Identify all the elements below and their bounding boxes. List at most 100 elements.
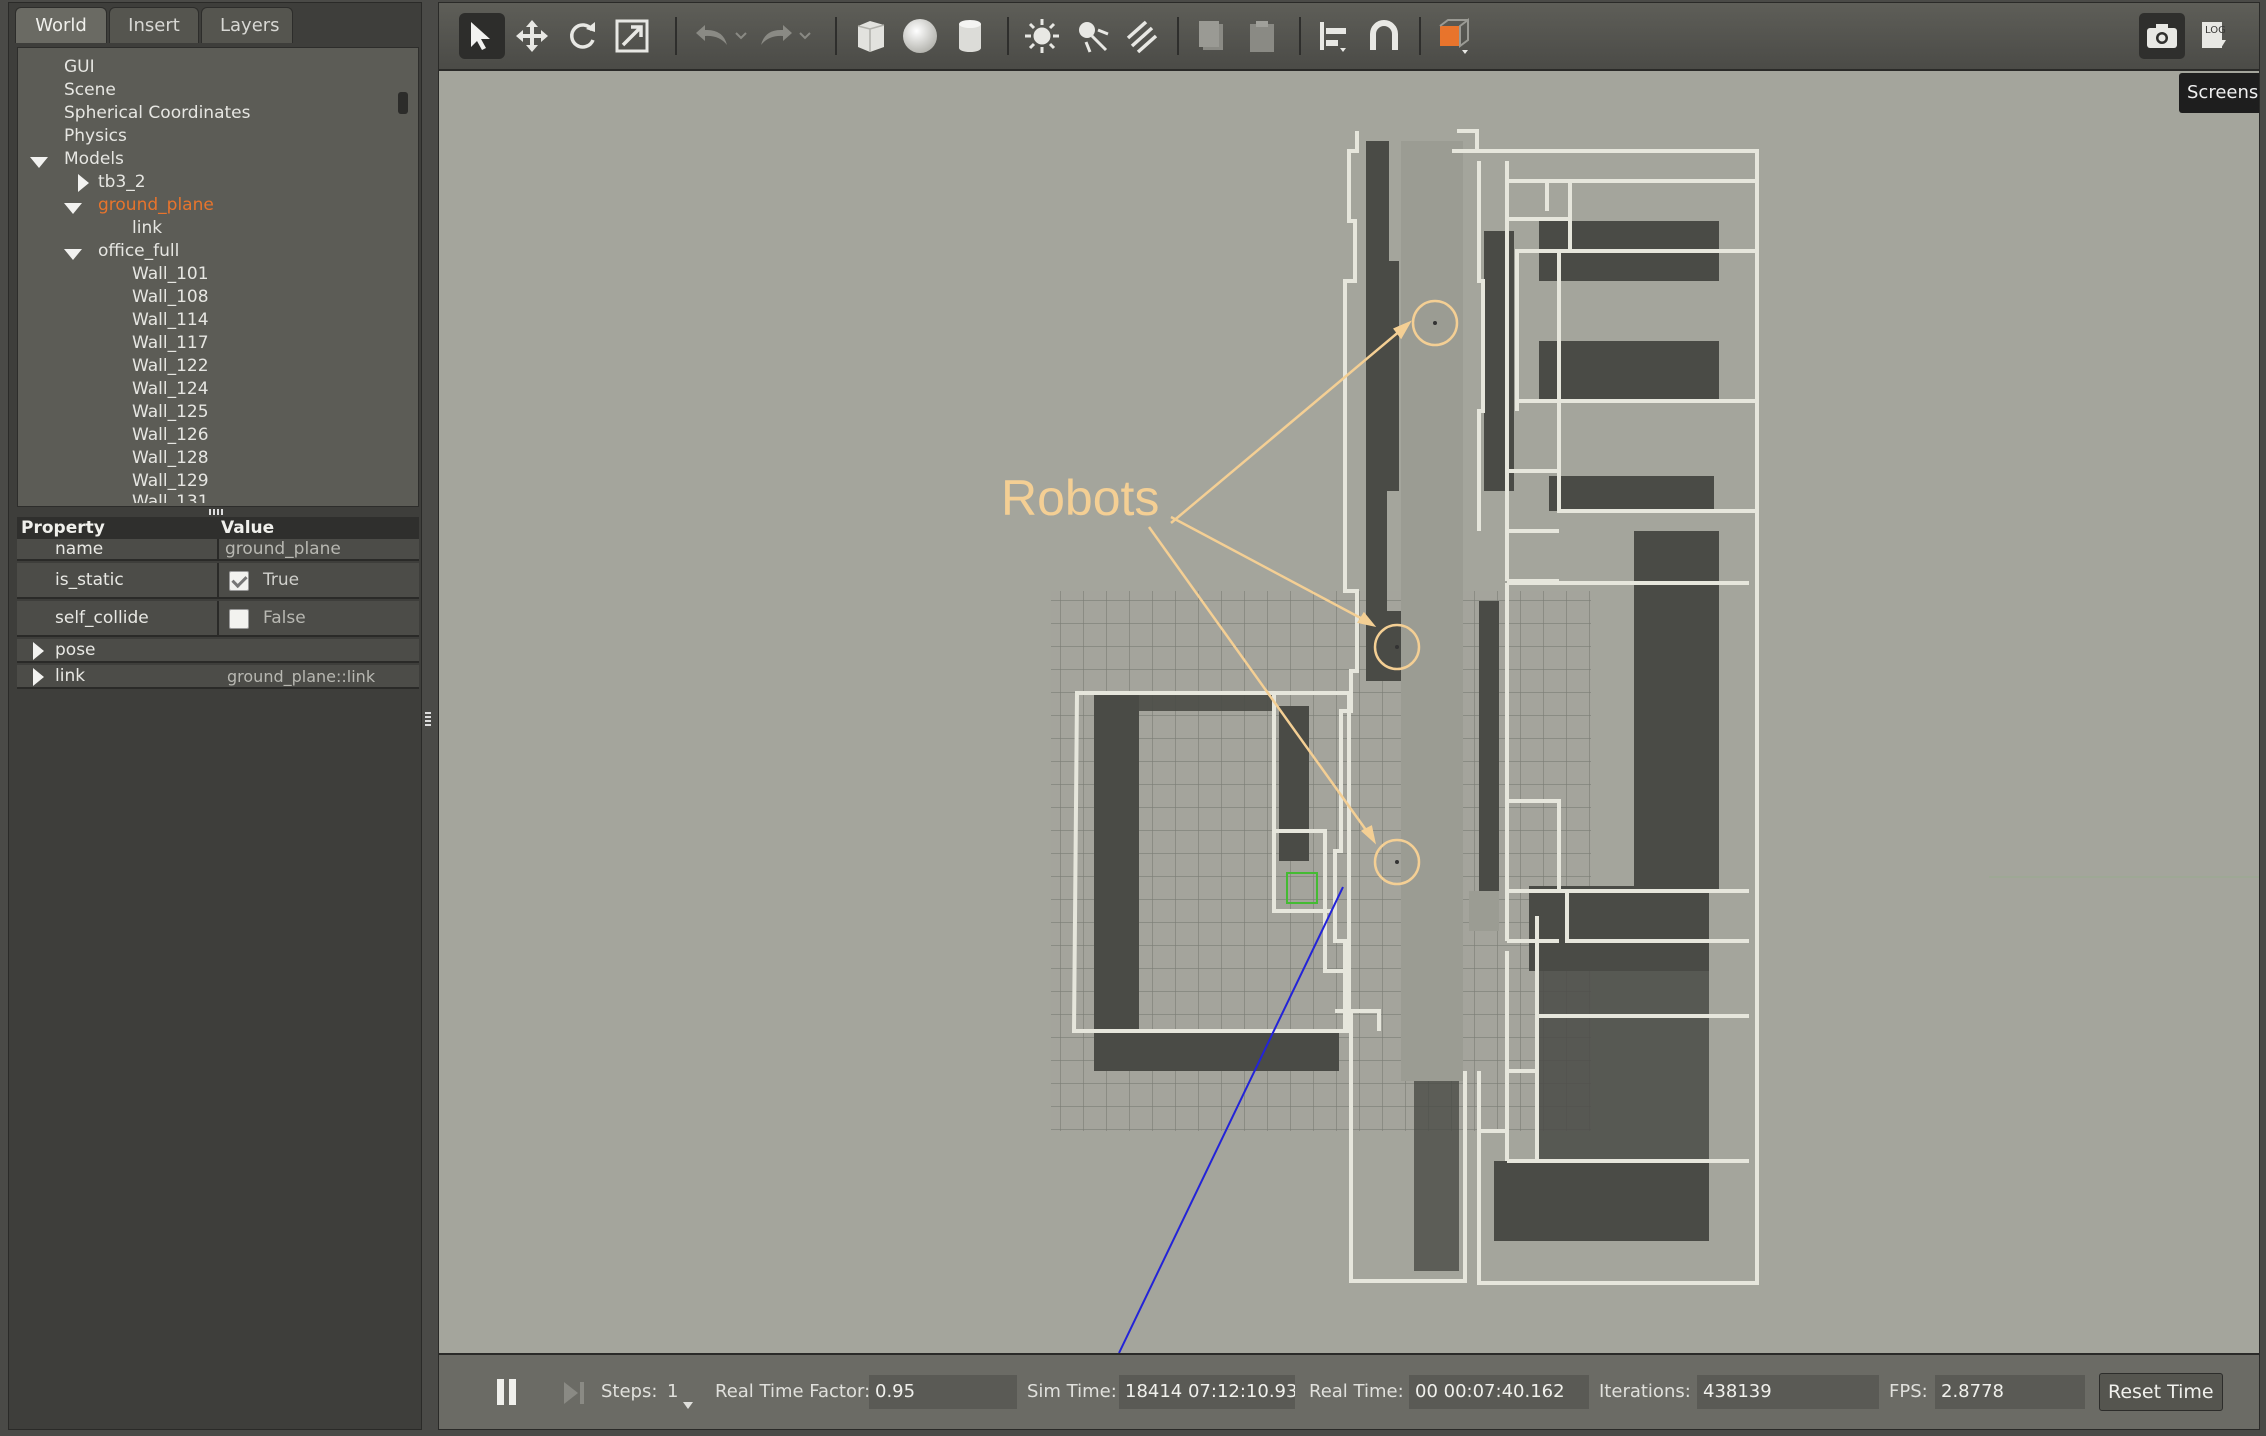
- toolbar-separator: [1419, 17, 1421, 55]
- fps-field: 2.8778: [1935, 1375, 2085, 1409]
- value-column-header: Value: [221, 518, 275, 538]
- expand-pose-icon[interactable]: [33, 642, 44, 660]
- toolbar-separator: [835, 17, 837, 55]
- redo-icon[interactable]: [753, 13, 799, 59]
- property-name-value[interactable]: ground_plane: [217, 539, 419, 559]
- sim-time-label: Sim Time:: [1027, 1381, 1117, 1402]
- self-collide-checkbox[interactable]: [229, 609, 249, 629]
- spot-light-icon[interactable]: [1069, 13, 1115, 59]
- fps-label: FPS:: [1889, 1381, 1928, 1402]
- tree-item-models[interactable]: Models: [64, 148, 124, 171]
- real-time-label: Real Time:: [1309, 1381, 1404, 1402]
- is-static-value: True: [263, 570, 300, 590]
- tree-item-scene[interactable]: Scene: [64, 79, 116, 102]
- property-row-pose[interactable]: pose: [17, 639, 419, 663]
- scene-render[interactable]: [439, 71, 2259, 1353]
- property-name-label: name: [55, 539, 104, 559]
- property-row-is-static: is_static True: [17, 563, 419, 599]
- translate-icon[interactable]: [509, 13, 555, 59]
- tab-world[interactable]: World: [15, 7, 107, 43]
- expand-link-icon[interactable]: [33, 668, 44, 686]
- redo-dropdown-icon[interactable]: [795, 13, 815, 59]
- left-panel: World Insert Layers GUI Scene Spherical …: [8, 2, 422, 1430]
- tree-item-physics[interactable]: Physics: [64, 125, 127, 148]
- tree-item-wall[interactable]: Wall_128: [132, 447, 209, 470]
- paste-icon[interactable]: [1239, 13, 1285, 59]
- scale-icon[interactable]: [609, 13, 655, 59]
- panel-resize-handle[interactable]: [425, 712, 431, 726]
- expand-models-icon[interactable]: [30, 157, 48, 168]
- box-icon[interactable]: [847, 13, 893, 59]
- tab-insert[interactable]: Insert: [109, 7, 199, 43]
- expand-tb3-2-icon[interactable]: [78, 174, 89, 192]
- tree-item-wall[interactable]: Wall_125: [132, 401, 209, 424]
- self-collide-label: self_collide: [55, 608, 149, 628]
- tree-scrollbar[interactable]: [398, 92, 408, 114]
- tree-item-gui[interactable]: GUI: [64, 56, 95, 79]
- align-icon[interactable]: [1311, 13, 1357, 59]
- link-value: ground_plane::link: [227, 666, 376, 686]
- tree-item-wall[interactable]: Wall_126: [132, 424, 209, 447]
- tree-item-wall[interactable]: Wall_117: [132, 332, 209, 355]
- property-column-header: Property: [21, 518, 105, 538]
- property-table: Property Value name ground_plane is_stat…: [17, 517, 419, 693]
- 3d-viewport[interactable]: Robots: [439, 71, 2259, 1353]
- self-collide-cell: False: [217, 601, 419, 635]
- tree-item-link[interactable]: link: [132, 217, 162, 240]
- link-label: link: [55, 666, 86, 686]
- toolbar-separator: [1007, 17, 1009, 55]
- pause-button[interactable]: [495, 1377, 519, 1411]
- property-row-name: name ground_plane: [17, 539, 419, 561]
- world-tree[interactable]: GUI Scene Spherical Coordinates Physics …: [17, 47, 419, 507]
- tree-item-wall[interactable]: Wall_108: [132, 286, 209, 309]
- tree-item-tb3-2[interactable]: tb3_2: [98, 171, 146, 194]
- is-static-label: is_static: [55, 570, 124, 590]
- sphere-icon[interactable]: [897, 13, 943, 59]
- screenshot-tooltip: Screenshot: [2179, 73, 2259, 113]
- panel-splitter-handle[interactable]: [209, 509, 223, 515]
- undo-dropdown-icon[interactable]: [731, 13, 751, 59]
- steps-dropdown-icon[interactable]: [683, 1395, 693, 1414]
- select-arrow-icon[interactable]: [459, 13, 505, 59]
- tree-item-wall[interactable]: Wall_122: [132, 355, 209, 378]
- undo-icon[interactable]: [689, 13, 735, 59]
- steps-label: Steps:: [601, 1381, 658, 1402]
- screenshot-icon[interactable]: [2139, 13, 2185, 59]
- tree-item-spherical-coordinates[interactable]: Spherical Coordinates: [64, 102, 250, 125]
- toolbar: LOG: [439, 3, 2259, 71]
- sim-time-field: 18414 07:12:10.938: [1119, 1375, 1295, 1409]
- point-light-icon[interactable]: [1019, 13, 1065, 59]
- log-icon-label: LOG: [2205, 25, 2226, 36]
- toolbar-separator: [1177, 17, 1179, 55]
- main-area: LOG Robots Screens Steps: 1 Real Time Fa…: [438, 2, 2260, 1430]
- property-row-link[interactable]: link ground_plane::link: [17, 665, 419, 689]
- steps-value[interactable]: 1: [667, 1375, 678, 1409]
- real-time-field: 00 00:07:40.162: [1409, 1375, 1589, 1409]
- tab-layers[interactable]: Layers: [201, 7, 293, 43]
- step-button[interactable]: [561, 1379, 587, 1411]
- tree-item-wall[interactable]: Wall_114: [132, 309, 209, 332]
- tree-item-office-full[interactable]: office_full: [98, 240, 179, 263]
- log-icon[interactable]: LOG: [2191, 13, 2237, 59]
- tree-item-wall[interactable]: Wall_101: [132, 263, 209, 286]
- is-static-checkbox[interactable]: [229, 571, 249, 591]
- rotate-icon[interactable]: [559, 13, 605, 59]
- expand-office-full-icon[interactable]: [64, 249, 82, 260]
- tree-item-ground-plane[interactable]: ground_plane: [98, 194, 214, 217]
- expand-ground-plane-icon[interactable]: [64, 203, 82, 214]
- reset-time-button[interactable]: Reset Time: [2099, 1373, 2223, 1411]
- iterations-label: Iterations:: [1599, 1381, 1691, 1402]
- tree-item-wall[interactable]: Wall_124: [132, 378, 209, 401]
- is-static-cell: True: [217, 563, 419, 597]
- view-angle-icon[interactable]: [1431, 13, 1477, 59]
- cylinder-icon[interactable]: [947, 13, 993, 59]
- tree-item-wall[interactable]: Wall_131: [132, 493, 209, 503]
- pose-label: pose: [55, 640, 96, 660]
- snap-icon[interactable]: [1361, 13, 1407, 59]
- tree-item-wall[interactable]: Wall_129: [132, 470, 209, 493]
- status-bar: Steps: 1 Real Time Factor: 0.95 Sim Time…: [439, 1353, 2259, 1429]
- property-header: Property Value: [17, 517, 419, 539]
- copy-icon[interactable]: [1189, 13, 1235, 59]
- directional-light-icon[interactable]: [1119, 13, 1165, 59]
- real-time-factor-label: Real Time Factor:: [715, 1381, 871, 1402]
